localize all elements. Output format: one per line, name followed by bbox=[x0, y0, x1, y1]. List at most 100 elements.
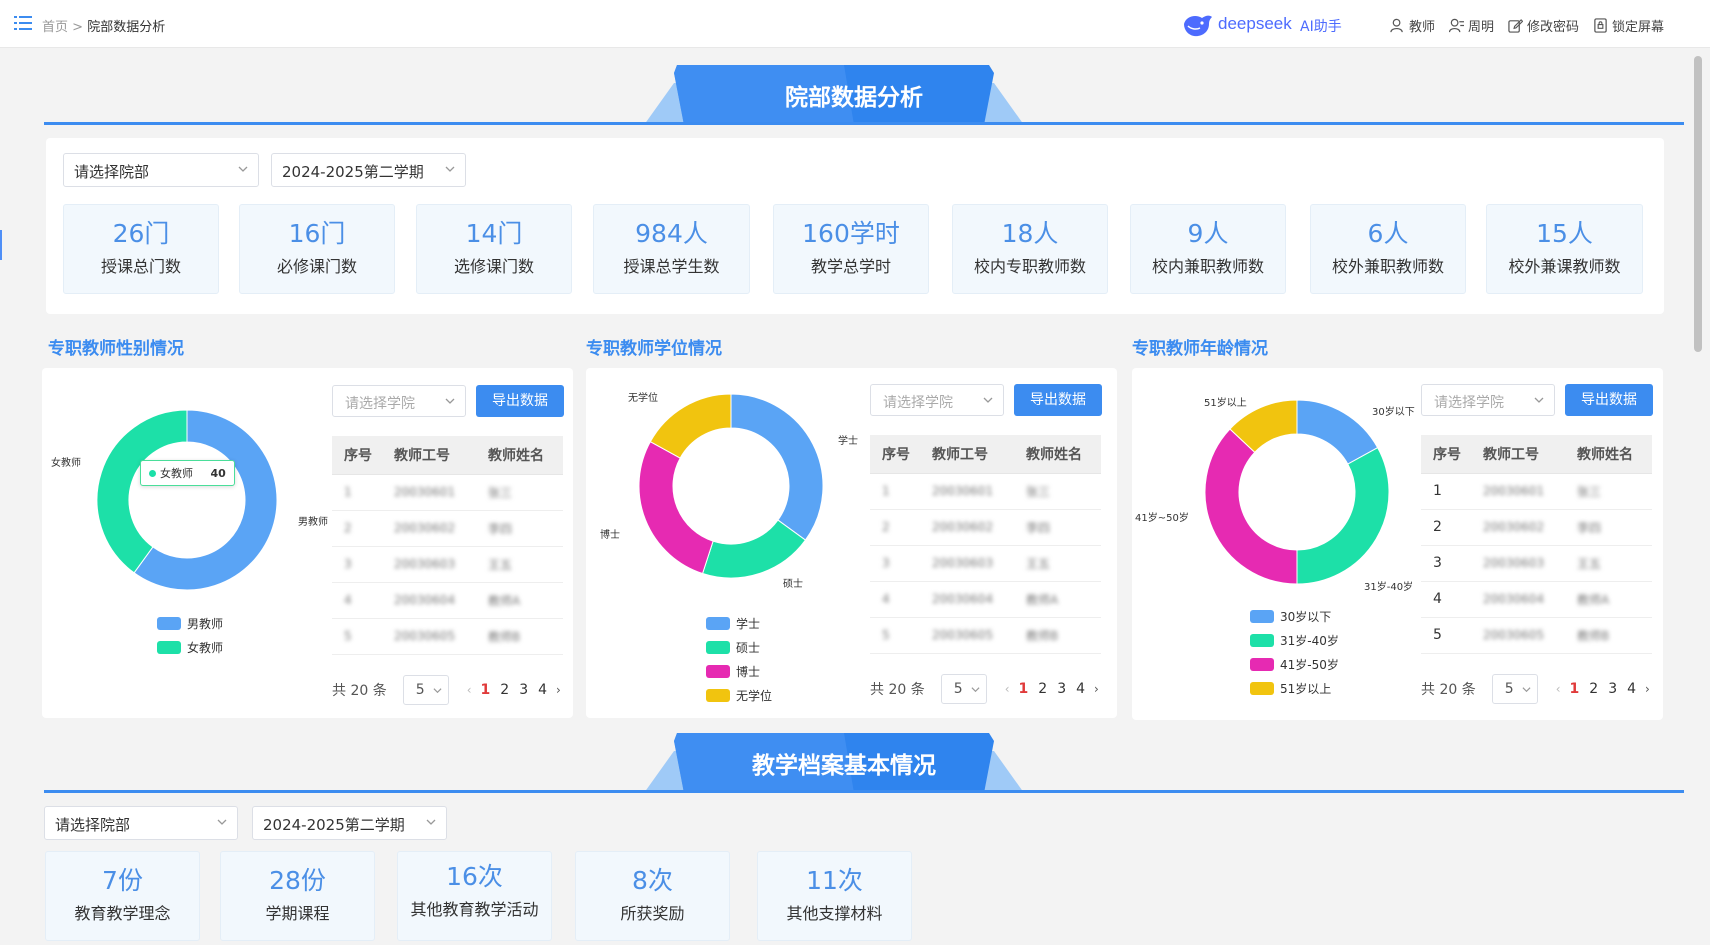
col-teacher-name: 教师姓名 bbox=[476, 436, 563, 475]
vertical-scrollbar[interactable] bbox=[1694, 56, 1702, 352]
lock-screen-link[interactable]: 锁定屏幕 bbox=[1593, 16, 1664, 35]
table-row[interactable]: 2 20030602 李四 bbox=[332, 510, 563, 547]
table-row[interactable]: 3 20030603 王五 bbox=[870, 545, 1101, 582]
prev-page-button[interactable]: ‹ bbox=[1556, 682, 1561, 696]
row-index: 2 bbox=[344, 521, 352, 535]
pagination: 共 20 条 5 ‹ 1 2 3 4 › bbox=[1421, 674, 1654, 704]
table-row[interactable]: 4 20030604 教师A bbox=[332, 582, 563, 619]
table-row[interactable]: 2 20030602 李四 bbox=[870, 509, 1101, 546]
page-button[interactable]: 3 bbox=[519, 682, 528, 698]
page-size-select[interactable]: 5 bbox=[402, 675, 449, 705]
table-row[interactable]: 5 20030605 教师B bbox=[870, 617, 1101, 654]
export-button[interactable]: 导出数据 bbox=[1014, 384, 1102, 416]
prev-page-button[interactable]: ‹ bbox=[467, 683, 472, 697]
donut-slice-2[interactable] bbox=[638, 440, 714, 575]
legend-label: 学士 bbox=[736, 616, 761, 631]
page-button[interactable]: 2 bbox=[1038, 681, 1047, 697]
row-id: 20030602 bbox=[394, 521, 456, 535]
donut-slice-1[interactable] bbox=[96, 409, 188, 574]
row-id: 20030604 bbox=[394, 593, 456, 607]
college-select[interactable]: 请选择学院 bbox=[870, 384, 1004, 416]
brand-name[interactable]: deepseek bbox=[1218, 14, 1292, 34]
table-row[interactable]: 3 20030603 王五 bbox=[332, 546, 563, 583]
pie-label: 男教师 bbox=[298, 517, 328, 528]
legend-item[interactable]: 30岁以下 bbox=[1250, 604, 1339, 628]
donut-slice-2[interactable] bbox=[1204, 428, 1298, 585]
gender-donut-chart[interactable] bbox=[42, 388, 302, 618]
stat-value: 18人 bbox=[1001, 219, 1059, 248]
next-page-button[interactable]: › bbox=[1094, 682, 1099, 696]
dept-select-2[interactable]: 请选择院部 bbox=[44, 806, 238, 840]
page-button[interactable]: 4 bbox=[1076, 681, 1085, 697]
next-page-button[interactable]: › bbox=[1645, 682, 1650, 696]
page-button[interactable]: 1 bbox=[1570, 681, 1580, 697]
legend-item[interactable]: 51岁以上 bbox=[1250, 676, 1339, 700]
donut-slice-1[interactable] bbox=[1296, 446, 1390, 585]
term-select[interactable]: 2024-2025第二学期 bbox=[271, 153, 466, 187]
legend-item[interactable]: 无学位 bbox=[706, 683, 772, 707]
table-row[interactable]: 1 20030601 张三 bbox=[332, 474, 563, 511]
stats-panel: 请选择院部 2024-2025第二学期 26门 授课总门数 16门 必修课门数 … bbox=[46, 138, 1664, 314]
table-row[interactable]: 4 20030604 教师A bbox=[1421, 581, 1652, 618]
table-row[interactable]: 5 20030605 教师B bbox=[332, 618, 563, 655]
donut-slice-0[interactable] bbox=[730, 393, 824, 541]
user-role[interactable]: 教师 bbox=[1390, 16, 1435, 35]
row-id: 20030602 bbox=[1483, 520, 1545, 534]
page-button[interactable]: 2 bbox=[500, 682, 509, 698]
stat-label: 所获奖励 bbox=[620, 904, 685, 923]
section-title-archive: 教学档案基本情况 bbox=[752, 753, 936, 779]
college-select[interactable]: 请选择学院 bbox=[332, 385, 466, 417]
page-button[interactable]: 1 bbox=[481, 682, 491, 698]
page-button[interactable]: 4 bbox=[1627, 681, 1636, 697]
page-button[interactable]: 2 bbox=[1589, 681, 1598, 697]
legend-item[interactable]: 硕士 bbox=[706, 635, 772, 659]
college-select-placeholder: 请选择学院 bbox=[345, 396, 415, 412]
dept-select[interactable]: 请选择院部 bbox=[63, 153, 259, 187]
table-row[interactable]: 1 20030601 张三 bbox=[870, 473, 1101, 510]
deepseek-whale-icon[interactable] bbox=[1182, 12, 1214, 38]
change-password-link[interactable]: 修改密码 bbox=[1508, 16, 1579, 35]
user-name[interactable]: 周明 bbox=[1449, 16, 1494, 35]
age-donut-chart[interactable] bbox=[1132, 368, 1392, 598]
degree-donut-chart[interactable] bbox=[586, 368, 846, 598]
next-page-button[interactable]: › bbox=[556, 683, 561, 697]
row-index: 5 bbox=[1421, 617, 1471, 654]
college-select[interactable]: 请选择学院 bbox=[1421, 384, 1555, 416]
table-row[interactable]: 4 20030604 教师A bbox=[870, 581, 1101, 618]
pie-label: 硕士 bbox=[783, 579, 803, 590]
prev-page-button[interactable]: ‹ bbox=[1005, 682, 1010, 696]
col-teacher-name: 教师姓名 bbox=[1014, 435, 1101, 474]
breadcrumb-home[interactable]: 首页 bbox=[42, 20, 68, 35]
legend-item[interactable]: 41岁-50岁 bbox=[1250, 652, 1339, 676]
page-size-value: 5 bbox=[1504, 681, 1514, 697]
page-button[interactable]: 1 bbox=[1019, 681, 1029, 697]
legend-item[interactable]: 博士 bbox=[706, 659, 772, 683]
legend-item[interactable]: 学士 bbox=[706, 611, 772, 635]
export-button[interactable]: 导出数据 bbox=[476, 385, 564, 417]
table-row[interactable]: 2 20030602 李四 bbox=[1421, 509, 1652, 546]
ai-assistant-link[interactable]: AI助手 bbox=[1300, 16, 1342, 36]
teacher-table: 序号 教师工号 教师姓名 1 20030601 张三 2 20030602 李四 3 20… bbox=[332, 436, 563, 655]
table-row[interactable]: 3 20030603 王五 bbox=[1421, 545, 1652, 582]
table-row[interactable]: 1 20030601 张三 bbox=[1421, 473, 1652, 510]
term-select-value: 2024-2025第二学期 bbox=[263, 816, 405, 834]
pie-label: 女教师 bbox=[51, 458, 81, 469]
table-row[interactable]: 5 20030605 教师B bbox=[1421, 617, 1652, 654]
stat-value: 160学时 bbox=[802, 219, 900, 248]
page-size-select[interactable]: 5 bbox=[940, 674, 987, 704]
row-name: 教师A bbox=[488, 593, 521, 608]
donut-slice-1[interactable] bbox=[701, 519, 807, 579]
term-select-2[interactable]: 2024-2025第二学期 bbox=[252, 806, 447, 840]
donut-slice-3[interactable] bbox=[649, 393, 732, 459]
page-button[interactable]: 3 bbox=[1057, 681, 1066, 697]
legend-item[interactable]: 31岁-40岁 bbox=[1250, 628, 1339, 652]
page-button[interactable]: 4 bbox=[538, 682, 547, 698]
menu-toggle-icon[interactable] bbox=[14, 15, 32, 31]
export-button[interactable]: 导出数据 bbox=[1565, 384, 1653, 416]
legend-item[interactable]: 女教师 bbox=[157, 635, 223, 659]
page-button[interactable]: 3 bbox=[1608, 681, 1617, 697]
page-size-select[interactable]: 5 bbox=[1491, 674, 1538, 704]
row-name: 张三 bbox=[1577, 484, 1602, 499]
legend-swatch bbox=[706, 616, 730, 630]
legend-item[interactable]: 男教师 bbox=[157, 611, 223, 635]
